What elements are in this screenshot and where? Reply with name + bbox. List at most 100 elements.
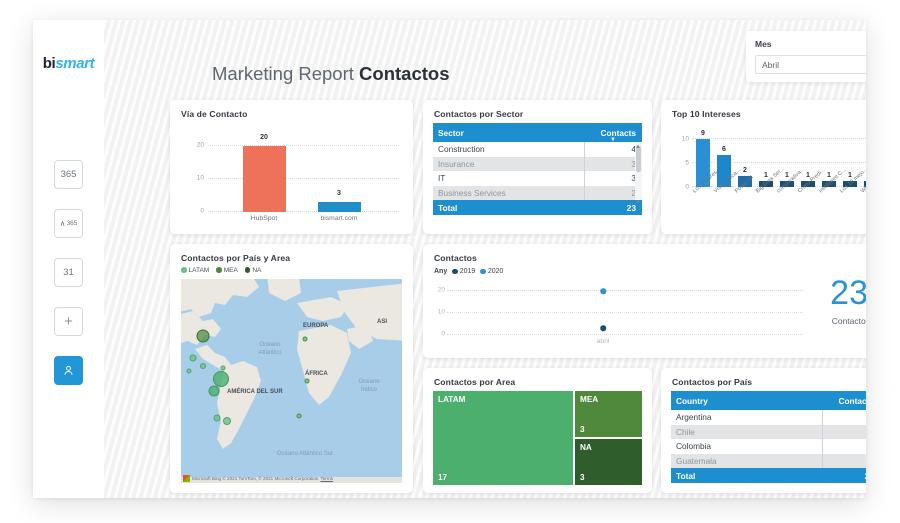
point-2020-abril[interactable] — [600, 288, 606, 294]
map-bubble-latam[interactable] — [213, 371, 229, 387]
country-table-header: Country ▲ Contacts — [671, 391, 866, 410]
sector-cell-name: Insurance — [433, 159, 584, 169]
rail-item-power-365[interactable]: ∧365 — [54, 209, 83, 238]
scroll-down-icon[interactable]: ▼ — [635, 200, 641, 206]
map-bubble-mea[interactable] — [303, 337, 308, 342]
treemap-cell-mea[interactable]: MEA 3 — [575, 391, 642, 437]
point-2019-abril[interactable] — [600, 325, 606, 331]
treemap-label-na: NA — [580, 443, 592, 452]
sector-col-header-sector[interactable]: Sector — [433, 128, 584, 138]
sector-cell-value: 3 — [584, 171, 642, 186]
contactos-scatter-chart[interactable]: abril — [447, 288, 807, 336]
sector-total-label: Total — [433, 203, 584, 213]
rail-item-add[interactable]: + — [54, 307, 83, 336]
card-title-country: Contactos por País — [661, 368, 866, 387]
sector-table[interactable]: Sector Contacts ▼ Construction 4 Insuran… — [433, 123, 642, 215]
map-bubble-latam[interactable] — [221, 366, 226, 371]
ytick-0: 0 — [182, 208, 204, 215]
country-cell-value: 2 — [822, 425, 866, 440]
legend-dot-2019 — [452, 269, 458, 275]
map-bubble-mea[interactable] — [297, 414, 302, 419]
ytick-0: 0 — [429, 331, 445, 338]
map-bubble-latam[interactable] — [200, 363, 206, 369]
year-legend: Any 2019 2020 — [434, 268, 503, 275]
scroll-up-icon[interactable]: ▲ — [635, 144, 641, 150]
treemap-label-latam: LATAM — [438, 395, 465, 404]
ytick-0: 0 — [669, 184, 689, 191]
gridline-10 — [692, 138, 866, 139]
sector-col-header-contacts[interactable]: Contacts ▼ — [584, 128, 642, 138]
country-table[interactable]: Country ▲ Contacts Argentina 2 Chile 2 C… — [671, 391, 866, 483]
table-row[interactable]: Argentina 2 — [671, 410, 866, 425]
card-contactos-por-sector: Contactos por Sector Sector Contacts ▼ C… — [423, 100, 652, 234]
logo-text-smart: smart — [55, 55, 94, 72]
top10-bar-chart[interactable]: 9 6 2 1 1 1 1 1 1 — [692, 131, 866, 187]
legend-dot-2020 — [480, 269, 486, 275]
map-terms-link[interactable]: Terms — [320, 476, 333, 481]
gridline-20 — [208, 145, 399, 146]
table-row[interactable]: IT 3 — [433, 171, 642, 186]
user-icon — [62, 364, 75, 377]
map-legend-item-na[interactable]: NA — [245, 267, 262, 274]
bismart-logo[interactable]: bismart — [33, 56, 104, 71]
kpi-contactos-value: 23 — [830, 276, 866, 310]
sector-cell-value: 4 — [584, 142, 642, 157]
map-legend: LATAM MEA NA — [181, 267, 261, 274]
rail-item-user-profile[interactable] — [54, 356, 83, 385]
map-bubble-latam[interactable] — [214, 415, 221, 422]
map-label-ocean-south-atlantic: Océano Atlántico Sur — [255, 451, 355, 457]
legend-dot-mea — [216, 267, 222, 273]
country-total-label: Total — [671, 471, 822, 481]
gridline-0 — [208, 211, 399, 212]
table-row[interactable]: Colombia 5 — [671, 439, 866, 454]
year-legend-title: Any — [434, 268, 447, 275]
sector-cell-value: 3 — [584, 157, 642, 172]
table-row[interactable]: Business Services 2 — [433, 186, 642, 201]
sector-col-header-contacts-label: Contacts — [601, 128, 637, 138]
ytick-20: 20 — [429, 287, 445, 294]
year-legend-item-2019[interactable]: 2019 — [452, 268, 475, 275]
country-col-header-country[interactable]: Country ▲ — [671, 396, 822, 406]
map-bubble-latam[interactable] — [223, 417, 231, 425]
map-bubble-na[interactable] — [197, 330, 210, 343]
page-title-bold: Contactos — [359, 63, 449, 84]
bing-logo-icon — [183, 475, 190, 482]
rail-item-dynamics-365[interactable]: 365 — [54, 160, 83, 189]
country-col-header-contacts[interactable]: Contacts — [822, 396, 866, 406]
legend-dot-latam — [181, 267, 187, 273]
treemap-cell-latam[interactable]: LATAM 17 — [433, 391, 573, 485]
sort-desc-icon: ▼ — [610, 137, 616, 143]
rail-item-calendar[interactable]: 31 — [54, 258, 83, 287]
table-row[interactable]: Chile 2 — [671, 425, 866, 440]
bar-bismart-com[interactable] — [318, 202, 361, 212]
map-bubble-mea[interactable] — [305, 379, 310, 384]
table-row[interactable]: Insurance 3 — [433, 157, 642, 172]
country-cell-name: Chile — [671, 427, 822, 437]
sector-table-scrollbar[interactable] — [635, 142, 642, 200]
map-bubble-latam[interactable] — [190, 355, 197, 362]
map-bubble-latam[interactable] — [209, 386, 220, 397]
bar-hubspot[interactable] — [243, 146, 286, 212]
logo-text-bi: bi — [43, 55, 56, 72]
bing-map[interactable]: EUROPA ASI ÁFRICA AMÉRICA DEL SUR Océano… — [181, 279, 402, 483]
month-slicer-label: Mes — [755, 39, 866, 49]
month-dropdown[interactable]: Abril — [755, 55, 866, 74]
table-row[interactable]: Construction 4 — [433, 142, 642, 157]
map-legend-item-mea[interactable]: MEA — [216, 267, 238, 274]
treemap-cell-na[interactable]: NA 3 — [575, 439, 642, 485]
area-treemap[interactable]: LATAM 17 MEA 3 NA 3 — [433, 391, 642, 485]
sector-cell-name: Business Services — [433, 188, 584, 198]
legend-dot-na — [245, 267, 251, 273]
map-bubble-latam[interactable] — [187, 369, 192, 374]
chevron-up-icon: ∧ — [60, 219, 66, 228]
via-bar-chart[interactable]: 20 3 HubSpot bismart.com — [208, 138, 403, 212]
report-canvas: Marketing Report Contactos Mes Abril Vía… — [104, 20, 866, 498]
year-legend-item-2020[interactable]: 2020 — [480, 268, 503, 275]
map-label-asia: ASI — [377, 319, 387, 325]
card-title-area: Contactos por Area — [423, 368, 652, 387]
country-table-total-row: Total 23 — [671, 468, 866, 483]
bar-value-hubspot: 20 — [260, 134, 268, 141]
card-via-de-contacto: Vía de Contacto 20 3 HubSpot bismart.com… — [170, 100, 413, 234]
map-legend-item-latam[interactable]: LATAM — [181, 267, 209, 274]
table-row[interactable]: Guatemala 1 — [671, 454, 866, 469]
